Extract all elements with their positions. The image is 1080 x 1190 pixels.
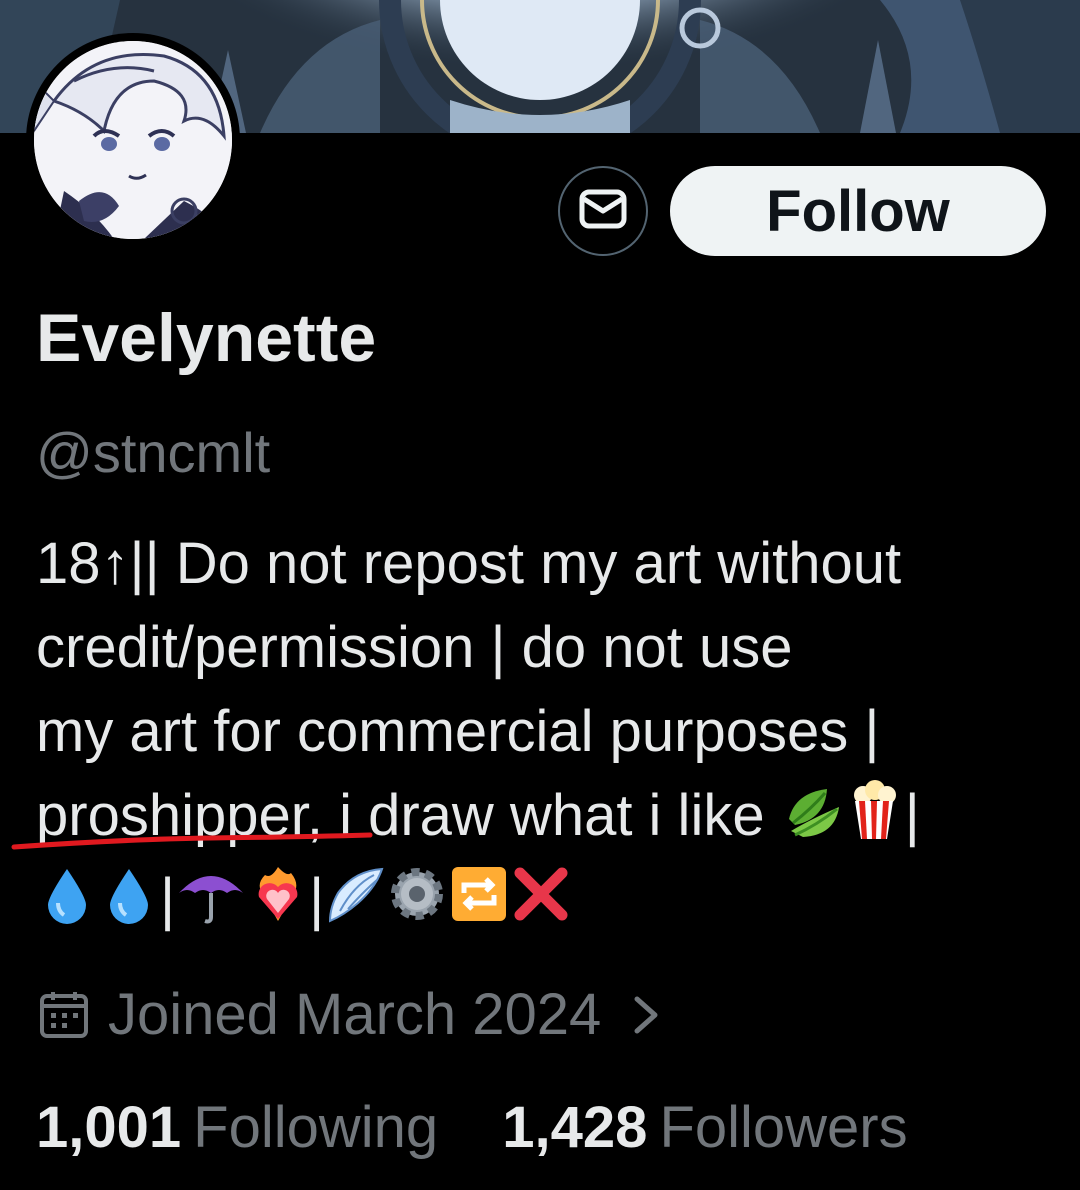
envelope-icon <box>579 189 627 234</box>
profile-bio: 18↑|| Do not repost my art without credi… <box>36 522 1066 942</box>
joined-date-link[interactable]: Joined March 2024 <box>38 975 661 1055</box>
followers-label: Followers <box>659 1095 908 1160</box>
avatar-frame[interactable] <box>26 33 240 247</box>
bio-line: credit/permission | do not use <box>36 615 793 680</box>
calendar-icon <box>38 990 90 1040</box>
bio-line: | | <box>36 858 1066 942</box>
bio-text: i draw what i like <box>322 783 781 848</box>
following-label: Following <box>193 1095 439 1160</box>
heart-on-fire-emoji <box>247 863 309 948</box>
follow-button[interactable]: Follow <box>670 166 1046 256</box>
avatar[interactable] <box>34 41 232 239</box>
follow-stats: 1,001 Following 1,428 Followers <box>36 1088 908 1168</box>
leaf-emoji <box>781 779 843 864</box>
following-count: 1,001 <box>36 1095 182 1160</box>
followers-count: 1,428 <box>502 1095 648 1160</box>
display-name: Evelynette <box>36 300 377 376</box>
user-handle: @stncmlt <box>36 421 271 484</box>
bio-separator: | <box>309 867 325 932</box>
avatar-illustration <box>34 41 232 239</box>
bio-separator: | <box>904 783 920 848</box>
bio-line: 18↑|| Do not repost my art without <box>36 531 902 596</box>
droplet-emoji <box>98 863 160 948</box>
message-button[interactable] <box>558 166 648 256</box>
umbrella-emoji <box>175 863 247 948</box>
cross-mark-emoji <box>510 863 572 948</box>
droplet-emoji <box>36 863 98 948</box>
followers-link[interactable]: 1,428 Followers <box>502 1088 907 1168</box>
following-link[interactable]: 1,001 Following <box>36 1088 438 1168</box>
popcorn-emoji <box>843 779 905 864</box>
bio-line: my art for commercial purposes | <box>36 699 880 764</box>
chevron-right-icon <box>631 993 661 1037</box>
wing-emoji <box>324 863 386 948</box>
repeat-emoji <box>448 863 510 948</box>
bio-separator: | <box>160 867 176 932</box>
red-underline-annotation <box>11 832 373 850</box>
gear-emoji <box>386 863 448 948</box>
joined-date-text: Joined March 2024 <box>108 982 602 1047</box>
